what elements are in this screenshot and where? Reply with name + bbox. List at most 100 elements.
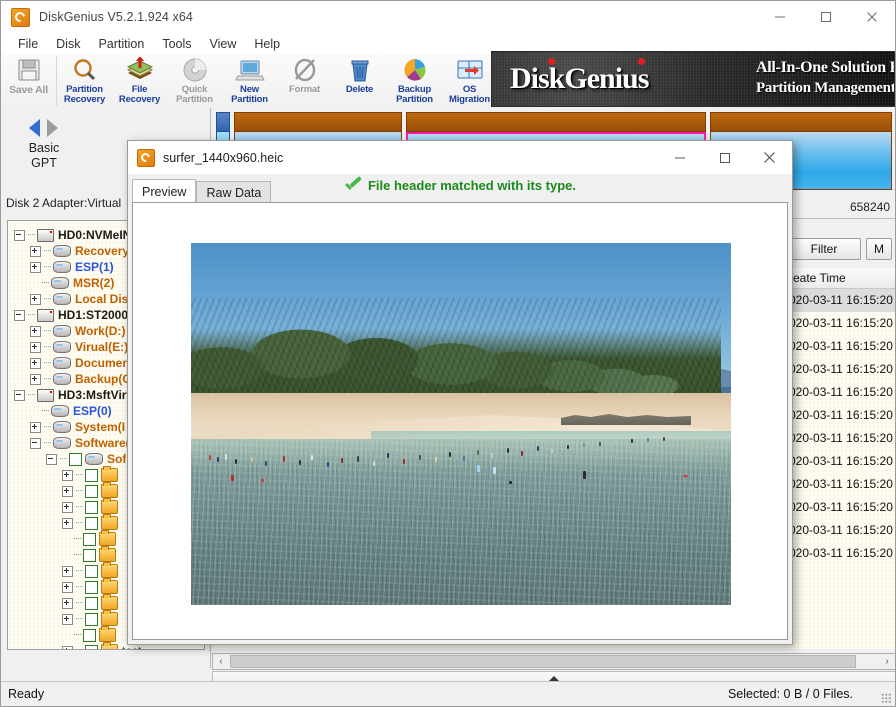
menu-item-help[interactable]: Help [245,35,289,53]
menu-item-partition[interactable]: Partition [89,35,153,53]
dialog-maximize-button[interactable] [702,141,747,174]
banner-line-1: All-In-One Solution F [756,59,895,77]
tree-expander-icon[interactable] [30,342,41,353]
toolbar-os-migration[interactable]: OS Migration [442,54,497,106]
tree-item-checkbox[interactable] [69,453,82,466]
tree-item-checkbox[interactable] [85,485,98,498]
tree-expander-icon[interactable] [62,470,73,481]
tree-expander-icon[interactable] [62,614,73,625]
tree-item-checkbox[interactable] [85,517,98,530]
tree-item-checkbox[interactable] [85,645,98,651]
tree-item-checkbox[interactable] [85,469,98,482]
tree-item-checkbox[interactable] [83,629,96,642]
tree-item-checkbox[interactable] [85,581,98,594]
file-header-status-text: File header matched with its type. [368,178,576,193]
disk-nav-arrows [29,119,58,137]
tree-expander-icon[interactable] [30,262,41,273]
tree-expander-icon[interactable] [62,598,73,609]
photo-person [327,462,329,467]
cell-create-time: 020-03-11 16:15:20 [789,362,893,376]
dialog-minimize-button[interactable] [657,141,702,174]
menu-item-tools[interactable]: Tools [153,35,200,53]
tree-expander-icon[interactable] [62,582,73,593]
toolbar-backup-partition-label: Backup Partition [387,85,442,105]
filter-button[interactable]: Filter [787,238,861,260]
tree-expander-icon[interactable] [30,422,41,433]
tree-connector [42,282,49,284]
maximize-button[interactable] [803,1,849,33]
next-disk-arrow[interactable] [47,119,58,137]
tree-item-checkbox[interactable] [83,533,96,546]
menu-item-view[interactable]: View [201,35,246,53]
tree-item-checkbox[interactable] [85,501,98,514]
toolbar-partition-recovery[interactable]: Partition Recovery [57,54,112,106]
minimize-button[interactable] [757,1,803,33]
menu-item-disk[interactable]: Disk [47,35,89,53]
toolbar-format[interactable]: Format [277,54,332,106]
toolbar-file-recovery[interactable]: File Recovery [112,54,167,106]
pie-icon [400,57,430,84]
tree-expander-icon[interactable] [30,326,41,337]
tree-expander-icon[interactable] [30,438,41,449]
tree-item-label: HD1:ST2000D [58,308,137,322]
tree-item-label: Sof [107,452,126,466]
tree-item-label: Backup(G [75,372,132,386]
list-horizontal-scrollbar[interactable]: ‹ › [212,653,896,670]
tree-expander-icon[interactable] [46,454,57,465]
partition-icon [53,261,71,273]
tree-connector [28,234,35,236]
tree-expander-icon[interactable] [62,646,73,651]
toolbar-backup-partition[interactable]: Backup Partition [387,54,442,106]
list-scroll-right-arrow[interactable]: › [879,654,895,669]
photo-person [235,459,237,464]
status-message: Ready [8,687,44,701]
partition-icon [53,421,71,433]
window-controls [757,1,895,33]
close-button[interactable] [849,1,895,33]
tree-connector [44,346,51,348]
tree-expander-spacer [62,631,71,640]
toolbar-quick-partition[interactable]: Quick Partition [167,54,222,106]
partition-icon [85,453,103,465]
photo-person [521,451,523,456]
tree-expander-icon[interactable] [30,374,41,385]
tree-expander-icon[interactable] [14,390,25,401]
resize-grip[interactable] [881,693,891,703]
tree-expander-icon[interactable] [62,502,73,513]
tree-item-checkbox[interactable] [85,613,98,626]
cell-create-time: 020-03-11 16:15:20 [789,454,893,468]
folder-icon [101,644,118,650]
tree-item-label: System(I [75,420,125,434]
toolbar-format-label: Format [289,85,320,95]
column-header-create-time[interactable]: reate Time [789,271,846,285]
tree-expander-icon[interactable] [62,486,73,497]
menu-item-file[interactable]: File [9,35,47,53]
tree-expander-icon[interactable] [30,294,41,305]
photo-person [225,454,227,460]
cell-create-time: 020-03-11 16:15:20 [789,316,893,330]
dialog-preview-area [132,202,788,640]
dialog-close-button[interactable] [747,141,792,174]
dialog-title-bar: surfer_1440x960.heic [128,141,792,174]
tree-item-label: Software( [75,436,130,450]
tree-item-checkbox[interactable] [83,549,96,562]
photo-person [683,475,688,477]
more-button[interactable]: M [866,238,892,260]
list-scroll-left-arrow[interactable]: ‹ [213,654,229,669]
tree-connector [76,586,83,588]
prev-disk-arrow[interactable] [29,119,40,137]
tree-expander-icon[interactable] [30,246,41,257]
tree-expander-icon[interactable] [14,230,25,241]
tree-item-label: Work(D:) [75,324,125,338]
tree-expander-icon[interactable] [62,566,73,577]
toolbar-delete[interactable]: Delete [332,54,387,106]
toolbar-new-partition[interactable]: New Partition [222,54,277,106]
toolbar-save-all[interactable]: Save All [1,54,56,106]
tree-expander-icon[interactable] [62,518,73,529]
diskgenius-icon [137,149,155,167]
tree-item-checkbox[interactable] [85,565,98,578]
tree-expander-icon[interactable] [30,358,41,369]
tree-expander-icon[interactable] [14,310,25,321]
tree-item-checkbox[interactable] [85,597,98,610]
list-scroll-thumb[interactable] [230,655,856,668]
